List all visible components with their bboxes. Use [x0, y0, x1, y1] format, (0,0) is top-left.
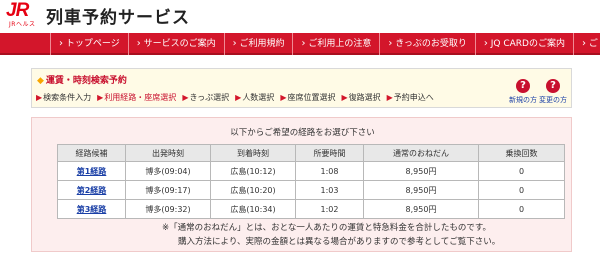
column-header: 到着時刻 [210, 144, 296, 162]
route-table: 経路候補 出発時刻 到着時刻 所要時間 通常のおねだん 乗換回数 第1経路 博多… [57, 144, 565, 219]
table-row: 第1経路 博多(09:04) 広島(10:12) 1:08 8,950円 0 [57, 161, 565, 181]
duration-cell: 1:08 [295, 161, 364, 181]
duration-cell: 1:03 [295, 180, 364, 200]
step-seat-position: ▶座席位置選択 [280, 92, 335, 103]
route-link[interactable]: 第1経路 [77, 167, 107, 176]
route-link[interactable]: 第3経路 [77, 205, 107, 214]
logo-subtext: JRヘルス [9, 21, 36, 28]
route-cell: 第3経路 [57, 199, 126, 219]
nav-arrow-icon: › [301, 38, 306, 49]
instruction-text: 以下からご希望の経路をお選び下さい [230, 128, 375, 138]
table-row: 第2経路 博多(09:17) 広島(10:20) 1:03 8,950円 0 [57, 180, 565, 200]
step-arrow-icon: ▶ [97, 93, 104, 102]
panel-title: ◆ 運賃・時刻検索予約 [37, 73, 127, 86]
step-passengers: ▶人数選択 [235, 92, 274, 103]
nav-arrow-icon: › [59, 38, 63, 49]
nav-arrow-icon: › [232, 38, 237, 49]
nav-item-terms[interactable]: › ご利用規約 [223, 33, 293, 55]
price-note-disclaimer: 購入方法により、実際の金額とは異なる場合がありますので参考としてご覧下さい。 [178, 237, 501, 247]
nav-arrow-icon: › [388, 38, 393, 49]
nav-label: サービスのご案内 [143, 39, 216, 49]
nav-label: JQ CARDのご案内 [490, 39, 565, 49]
nav-item-services[interactable]: › サービスのご案内 [127, 33, 224, 55]
nav-item-notes[interactable]: › ご利用上の注意 [292, 33, 379, 55]
duration-cell: 1:02 [295, 199, 364, 219]
step-label: きっぷ選択 [189, 93, 230, 102]
arrive-cell: 広島(10:12) [210, 161, 296, 181]
transfers-cell: 0 [478, 161, 565, 181]
column-header: 経路候補 [57, 144, 126, 162]
table-row: 第3経路 博多(09:32) 広島(10:34) 1:02 8,950円 0 [57, 199, 565, 219]
step-ticket: ▶きっぷ選択 [182, 92, 229, 103]
arrive-cell: 広島(10:20) [210, 180, 296, 200]
step-route-seat: ▶利用経路・座席選択 [97, 92, 176, 103]
nav-arrow-icon: › [136, 38, 141, 49]
step-list: ▶検索条件入力 ▶利用経路・座席選択 ▶きっぷ選択 ▶人数選択 ▶座席位置選択 … [36, 92, 440, 103]
nav-item-ticket-pickup[interactable]: › きっぷのお受取り [379, 33, 475, 55]
column-header: 乗換回数 [478, 144, 565, 162]
nav-label: トップページ [65, 39, 120, 49]
step-label: 復路選択 [348, 93, 381, 102]
main-nav: › トップページ › サービスのご案内 › ご利用規約 › ご利用上の注意 › … [0, 33, 600, 55]
nav-arrow-icon: › [483, 38, 488, 49]
help-new-user-button[interactable]: ? 新規の方 [508, 79, 538, 105]
step-label: 人数選択 [242, 93, 275, 102]
jr-logo[interactable]: JR JRヘルス [6, 0, 44, 28]
nav-label: ご利用上の注意 [308, 39, 372, 49]
nav-item-jq-card[interactable]: › JQ CARDのご案内 [474, 33, 573, 55]
transfers-cell: 0 [478, 180, 565, 200]
diamond-icon: ◆ [37, 76, 44, 86]
step-arrow-icon: ▶ [386, 93, 393, 102]
transfers-cell: 0 [478, 199, 565, 219]
step-label: 利用経路・座席選択 [104, 93, 177, 102]
question-icon: ? [516, 79, 530, 93]
step-arrow-icon: ▶ [235, 93, 242, 102]
nav-item-top[interactable]: › トップページ [50, 33, 128, 55]
column-header: 所要時間 [295, 144, 364, 162]
nav-label: ご [588, 39, 598, 49]
booking-steps-panel: ◆ 運賃・時刻検索予約 ▶検索条件入力 ▶利用経路・座席選択 ▶きっぷ選択 ▶人数… [31, 68, 572, 108]
route-cell: 第1経路 [57, 161, 126, 181]
step-search-conditions: ▶検索条件入力 [36, 92, 91, 103]
nav-item-more[interactable]: › ご [573, 33, 600, 55]
step-arrow-icon: ▶ [36, 93, 43, 102]
nav-label: ご利用規約 [239, 39, 285, 49]
step-label: 検索条件入力 [43, 93, 92, 102]
column-header: 通常のおねだん [363, 144, 479, 162]
depart-cell: 博多(09:04) [125, 161, 211, 181]
table-header-row: 経路候補 出発時刻 到着時刻 所要時間 通常のおねだん 乗換回数 [57, 144, 565, 162]
step-label: 予約申込へ [393, 93, 434, 102]
question-icon: ? [546, 79, 560, 93]
route-link[interactable]: 第2経路 [77, 186, 107, 195]
price-note: ※「通常のおねだん」とは、おとな一人あたりの運賃と特急料金を合計したものです。 [162, 223, 492, 233]
price-cell: 8,950円 [363, 161, 479, 181]
column-header: 出発時刻 [125, 144, 211, 162]
price-cell: 8,950円 [363, 199, 479, 219]
step-label: 座席位置選択 [287, 93, 336, 102]
step-arrow-icon: ▶ [341, 93, 348, 102]
help-label: 変更の方 [539, 96, 567, 104]
price-cell: 8,950円 [363, 180, 479, 200]
site-title: 列車予約サービス [46, 8, 190, 28]
step-arrow-icon: ▶ [280, 93, 287, 102]
nav-arrow-icon: › [582, 38, 586, 49]
step-return: ▶復路選択 [341, 92, 380, 103]
arrive-cell: 広島(10:34) [210, 199, 296, 219]
depart-cell: 博多(09:17) [125, 180, 211, 200]
step-arrow-icon: ▶ [182, 93, 189, 102]
help-label: 新規の方 [509, 96, 537, 104]
route-cell: 第2経路 [57, 180, 126, 200]
nav-label: きっぷのお受取り [395, 39, 467, 49]
header: JR JRヘルス 列車予約サービス [0, 0, 600, 31]
help-change-button[interactable]: ? 変更の方 [538, 79, 568, 105]
step-reserve: ▶予約申込へ [387, 92, 434, 103]
depart-cell: 博多(09:32) [125, 199, 211, 219]
panel-title-text: 運賃・時刻検索予約 [45, 76, 127, 86]
